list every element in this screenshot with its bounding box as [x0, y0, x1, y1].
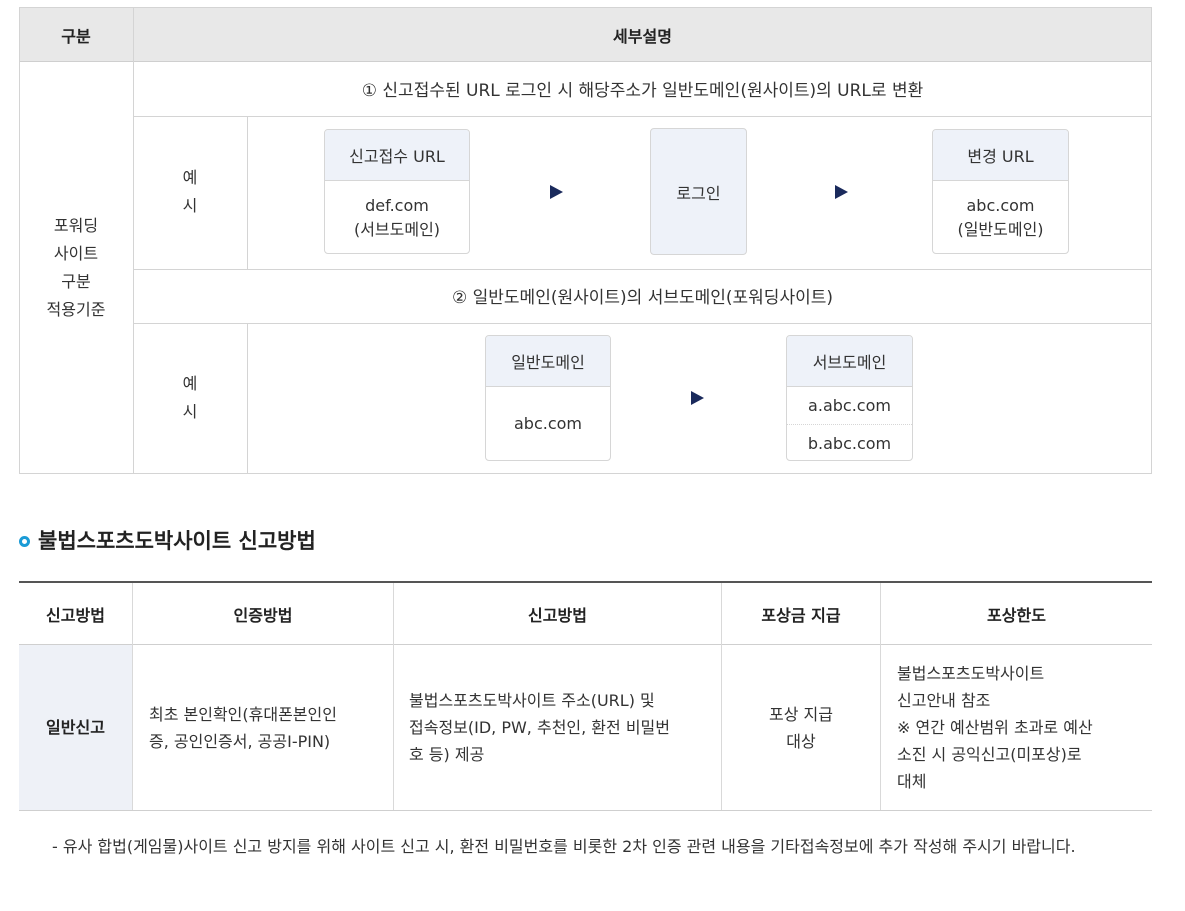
section-heading: 불법스포츠도박사이트 신고방법 — [38, 529, 316, 553]
header-description: 세부설명 — [613, 26, 672, 46]
reported-url-box: 신고접수 URL def.com (서브도메인) — [324, 129, 470, 254]
th-report-type: 신고방법 — [46, 605, 105, 625]
main-domain-body: abc.com — [513, 414, 582, 433]
section1-title: ① 신고접수된 URL 로그인 시 해당주소가 일반도메인(원사이트)의 URL… — [361, 81, 924, 101]
example-label-2: 예 시 — [182, 374, 198, 421]
main-domain-box: 일반도메인 abc.com — [485, 335, 611, 461]
play-arrow-icon — [691, 391, 704, 405]
th-auth-method: 인증방법 — [233, 605, 293, 625]
th-reward-limit: 포상한도 — [987, 605, 1046, 625]
reported-url-head: 신고접수 URL — [325, 130, 469, 181]
changed-url-head: 변경 URL — [933, 130, 1068, 181]
td-auth-method: 최초 본인확인(휴대폰본인인 증, 공인인증서, 공공I-PIN) — [149, 704, 337, 751]
subdomain-box: 서브도메인 a.abc.com b.abc.com — [786, 335, 913, 461]
play-arrow-icon — [835, 185, 848, 199]
login-box: 로그인 — [650, 128, 747, 255]
play-arrow-icon — [550, 185, 563, 199]
td-reward-payment: 포상 지급 대상 — [769, 704, 833, 751]
section2-title: ② 일반도메인(원사이트)의 서브도메인(포워딩사이트) — [451, 287, 834, 308]
td-report-method: 불법스포츠도박사이트 주소(URL) 및 접속정보(ID, PW, 추천인, 환… — [409, 691, 670, 764]
changed-url-box: 변경 URL abc.com (일반도메인) — [932, 129, 1069, 254]
ring-bullet-icon — [19, 536, 30, 547]
main-domain-head: 일반도메인 — [486, 336, 610, 387]
subdomain-item: b.abc.com — [787, 424, 912, 460]
subdomain-head: 서브도메인 — [787, 336, 912, 387]
subdomain-item: a.abc.com — [808, 396, 891, 415]
table2-bottom-border — [19, 810, 1152, 811]
header-category: 구분 — [61, 26, 91, 46]
example-label-1: 예 시 — [182, 167, 198, 215]
notice-text: - 유사 합법(게임물)사이트 신고 방지를 위해 사이트 신고 시, 환전 비… — [52, 837, 1076, 856]
td-report-type: 일반신고 — [46, 718, 105, 737]
row-label-forwarding: 포워딩 사이트 구분 적용기준 — [46, 216, 106, 319]
th-reward-payment: 포상금 지급 — [761, 605, 841, 625]
td-reward-limit: 불법스포츠도박사이트 신고안내 참조 ※ 연간 예산범위 초과로 예산 소진 시… — [897, 664, 1093, 791]
reported-url-body: def.com (서브도메인) — [353, 195, 441, 239]
changed-url-body: abc.com (일반도메인) — [957, 195, 1044, 239]
th-report-method: 신고방법 — [528, 605, 587, 625]
